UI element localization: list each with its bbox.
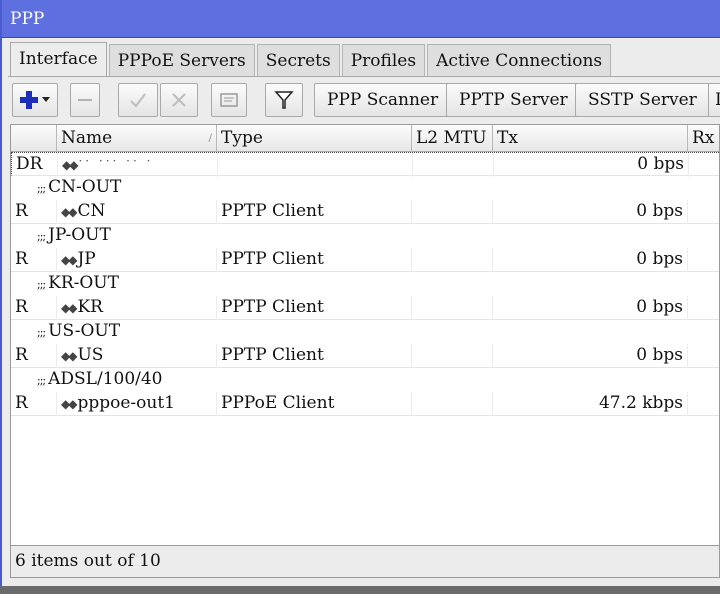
interface-table: Name / Type L2 MTU Tx Rx DR ◆◆ ·· ··· ·· … [10,124,720,546]
rx-cell [688,296,719,320]
name-cell: ◆◆ CN [57,200,217,224]
column-header-l2-mtu[interactable]: L2 MTU [412,125,493,152]
comment-text: KR-OUT [48,273,119,293]
ppp-scanner-button[interactable]: PPP Scanner [314,83,452,117]
rx-cell [689,153,719,177]
rx-cell [688,344,719,368]
chevron-down-icon [42,97,50,102]
name-cell: ◆◆ KR [57,296,217,320]
type-cell: PPTP Client [217,296,412,320]
filter-icon [274,91,294,109]
l2tp-server-button[interactable]: L [708,83,720,117]
window-title: PPP [10,9,45,29]
tx-cell: 0 bps [493,248,688,272]
table-row[interactable]: R ◆◆ pppoe-out1 PPPoE Client 47.2 kbps [11,392,719,416]
toolbar: PPP Scanner PPTP Server SSTP Server L [8,76,720,124]
flags-cell: DR [12,153,58,177]
tx-cell: 47.2 kbps [493,392,688,416]
comment-text: CN-OUT [48,177,122,197]
l2mtu-cell [413,153,494,177]
obscured-text: ·· ··· ·· · [78,154,154,168]
rx-cell [688,248,719,272]
comment-text: US-OUT [48,321,121,341]
table-row[interactable]: R ◆◆ CN PPTP Client 0 bps [11,200,719,224]
name-cell: ◆◆ pppoe-out1 [57,392,217,416]
interface-icon: ◆◆ [61,205,78,219]
tab-bar: Interface PPPoE Servers Secrets Profiles… [10,42,613,76]
filter-button[interactable] [265,83,303,117]
tx-cell: 0 bps [493,200,688,224]
type-cell [218,153,413,177]
status-bar: 6 items out of 10 [10,546,720,578]
type-cell: PPTP Client [217,200,412,224]
tab-pppoe-servers[interactable]: PPPoE Servers [108,44,255,76]
add-button[interactable] [12,83,58,117]
column-header-flags[interactable] [11,125,57,152]
comment-icon [220,93,238,107]
minus-icon [78,99,92,101]
flags-cell: R [11,344,57,368]
tx-cell: 0 bps [493,344,688,368]
interface-icon: ◆◆ [62,158,79,172]
flags-cell: R [11,296,57,320]
sstp-server-button[interactable]: SSTP Server [575,83,710,117]
interface-icon: ◆◆ [61,397,78,411]
enable-button[interactable] [118,83,158,117]
flags-cell: R [11,248,57,272]
rx-cell [688,200,719,224]
disable-button[interactable] [160,83,198,117]
column-header-type[interactable]: Type [217,125,412,152]
name-cell: ◆◆ US [57,344,217,368]
table-row[interactable]: R ◆◆ KR PPTP Client 0 bps [11,296,719,320]
flags-cell: R [11,200,57,224]
name-cell: ◆◆ JP [57,248,217,272]
title-bar[interactable]: PPP [2,0,720,38]
tab-interface[interactable]: Interface [10,42,107,76]
comment-row[interactable]: ;;; KR-OUT [11,272,719,296]
comment-button[interactable] [211,83,247,117]
comment-text: ADSL/100/40 [48,369,163,389]
flags-cell: R [11,392,57,416]
tab-active-connections[interactable]: Active Connections [427,44,612,76]
table-row[interactable]: R ◆◆ JP PPTP Client 0 bps [11,248,719,272]
interface-icon: ◆◆ [61,349,78,363]
l2mtu-cell [412,392,493,416]
tab-secrets[interactable]: Secrets [256,44,340,76]
column-header-rx[interactable]: Rx [688,125,719,152]
comment-row[interactable]: ;;; ADSL/100/40 [11,368,719,392]
column-header-tx[interactable]: Tx [493,125,688,152]
sort-indicator-icon: / [208,133,212,144]
item-count-text: 6 items out of 10 [15,551,161,571]
check-icon [130,93,146,108]
ppp-window: PPP Interface PPPoE Servers Secrets Prof… [0,0,720,586]
column-header-name[interactable]: Name / [57,125,217,152]
cross-icon [172,93,186,107]
plus-icon [20,91,50,109]
pptp-server-button[interactable]: PPTP Server [446,83,581,117]
interface-icon: ◆◆ [61,301,78,315]
l2mtu-cell [412,200,493,224]
l2mtu-cell [412,296,493,320]
comment-text: JP-OUT [48,225,111,245]
interface-icon: ◆◆ [61,253,78,267]
name-cell: ◆◆ ·· ··· ·· · [58,153,218,177]
comment-row[interactable]: ;;; CN-OUT [11,176,719,200]
type-cell: PPTP Client [217,344,412,368]
tab-profiles[interactable]: Profiles [341,44,426,76]
l2mtu-cell [412,248,493,272]
comment-row[interactable]: ;;; JP-OUT [11,224,719,248]
l2mtu-cell [412,344,493,368]
remove-button[interactable] [70,83,100,117]
tx-cell: 0 bps [493,296,688,320]
table-header: Name / Type L2 MTU Tx Rx [11,125,719,152]
rx-cell [688,392,719,416]
type-cell: PPTP Client [217,248,412,272]
type-cell: PPPoE Client [217,392,412,416]
comment-row[interactable]: ;;; US-OUT [11,320,719,344]
table-row[interactable]: DR ◆◆ ·· ··· ·· · 0 bps [11,152,719,177]
table-row[interactable]: R ◆◆ US PPTP Client 0 bps [11,344,719,368]
tx-cell: 0 bps [494,153,689,177]
